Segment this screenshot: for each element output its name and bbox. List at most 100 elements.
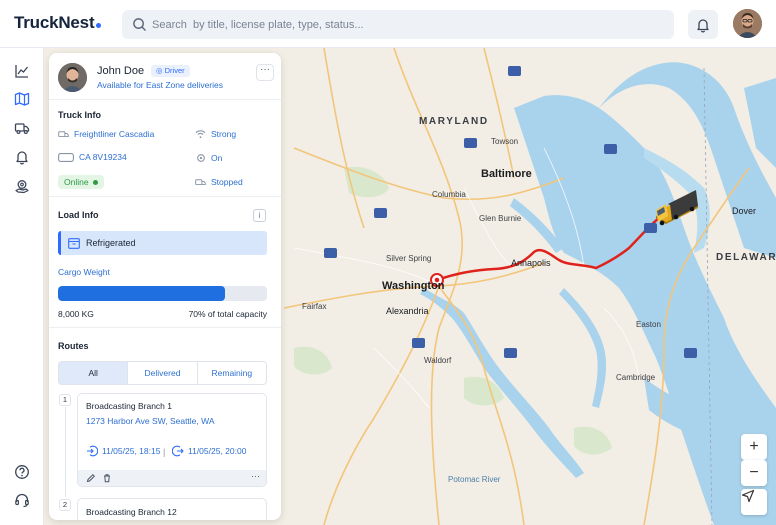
map-label-cambridge: Cambridge bbox=[616, 373, 656, 382]
cargo-weight-value: 8,000 KG bbox=[58, 309, 94, 319]
notifications-button[interactable] bbox=[688, 10, 718, 39]
truck-detail-panel: John Doe ◎ Driver Available for East Zon… bbox=[49, 53, 281, 520]
stop-arrival-time: 11/05/25, 18:15 bbox=[102, 446, 161, 456]
map-label-waldorf: Waldorf bbox=[424, 356, 452, 365]
map-label-easton: Easton bbox=[636, 320, 661, 329]
stop-name: Broadcasting Branch 12 bbox=[86, 507, 177, 517]
user-avatar-image bbox=[733, 9, 762, 38]
map-icon bbox=[14, 92, 30, 106]
tab-all[interactable]: All bbox=[59, 362, 128, 384]
map-label-potomac-river: Potomac River bbox=[448, 475, 501, 484]
left-nav-rail bbox=[0, 48, 44, 525]
tab-remaining[interactable]: Remaining bbox=[196, 362, 266, 384]
locate-button[interactable] bbox=[741, 489, 767, 515]
plus-icon: + bbox=[749, 438, 759, 455]
truck-signal: Strong bbox=[195, 129, 236, 139]
more-options-button[interactable]: ··· bbox=[256, 64, 274, 81]
map-label-silver-spring: Silver Spring bbox=[386, 254, 432, 263]
truck-plate: CA 8V19234 bbox=[58, 152, 127, 162]
driver-role-badge: ◎ Driver bbox=[151, 65, 190, 77]
help-icon bbox=[15, 465, 29, 479]
map-label-annapolis: Annapolis bbox=[511, 258, 551, 268]
cargo-capacity-text: 70% of total capacity bbox=[188, 309, 267, 319]
status-badge-text: Online bbox=[64, 177, 89, 187]
info-icon: i bbox=[258, 211, 261, 220]
ellipsis-icon: ··· bbox=[260, 64, 270, 75]
tab-delivered[interactable]: Delivered bbox=[127, 362, 196, 384]
truck-stopped-icon bbox=[195, 178, 206, 185]
zoom-in-button[interactable]: + bbox=[741, 434, 767, 460]
truck-icon bbox=[58, 130, 69, 137]
search-icon bbox=[133, 18, 146, 31]
search-bar[interactable] bbox=[122, 10, 674, 39]
map-label-alexandria: Alexandria bbox=[386, 306, 429, 316]
stop-departure-time: 11/05/25, 20:00 bbox=[188, 446, 247, 456]
engine-gear-icon bbox=[196, 154, 205, 162]
truck-icon bbox=[14, 123, 30, 135]
stop-actions-bar: ··· bbox=[78, 470, 266, 486]
route-stop-card[interactable]: Broadcasting Branch 1 1273 Harbor Ave SW… bbox=[77, 393, 267, 487]
nav-analytics[interactable] bbox=[12, 61, 32, 81]
nav-support[interactable] bbox=[12, 490, 32, 510]
driver-avatar-image bbox=[58, 63, 87, 92]
truck-model-text: Freightliner Cascadia bbox=[74, 129, 155, 139]
user-avatar[interactable] bbox=[733, 9, 762, 38]
app-logo[interactable]: TruckNest bbox=[14, 13, 102, 33]
routes-title: Routes bbox=[58, 341, 89, 351]
stop-address: 1273 Harbor Ave SW, Seattle, WA bbox=[86, 416, 215, 426]
map-label-fairfax: Fairfax bbox=[302, 302, 327, 311]
gear-hand-icon bbox=[15, 180, 29, 194]
nav-alerts[interactable] bbox=[12, 147, 32, 167]
headset-icon bbox=[15, 493, 29, 508]
trash-icon[interactable] bbox=[102, 473, 112, 483]
edit-icon[interactable] bbox=[86, 473, 96, 483]
truck-signal-text: Strong bbox=[211, 129, 237, 139]
license-plate-icon bbox=[58, 152, 74, 162]
cargo-weight-label: Cargo Weight bbox=[58, 267, 110, 277]
refrigerator-box-icon bbox=[68, 237, 80, 249]
map-label-dover: Dover bbox=[732, 206, 757, 216]
logo-dot bbox=[96, 23, 102, 28]
cargo-progress-bar bbox=[58, 286, 267, 301]
arrival-icon bbox=[87, 445, 98, 457]
truck-plate-text: CA 8V19234 bbox=[79, 152, 127, 162]
map-label-columbia: Columbia bbox=[432, 190, 466, 199]
navigation-arrow-icon bbox=[741, 489, 755, 503]
driver-name: John Doe bbox=[97, 65, 145, 77]
truck-info-title: Truck Info bbox=[58, 110, 102, 120]
nav-help[interactable] bbox=[12, 462, 32, 482]
driver-role: Driver bbox=[164, 66, 185, 75]
signal-icon bbox=[195, 129, 206, 138]
truck-ignition: On bbox=[195, 153, 222, 163]
stop-more-button[interactable]: ··· bbox=[251, 471, 260, 481]
bell-icon bbox=[16, 151, 28, 165]
cargo-progress-fill bbox=[58, 286, 226, 301]
nav-map[interactable] bbox=[12, 89, 32, 109]
timeline-line bbox=[65, 407, 66, 497]
map-label-washington: Washington bbox=[382, 280, 445, 292]
map-label-maryland: MARYLAND bbox=[419, 116, 489, 127]
map-label-delaware: DELAWARE bbox=[716, 252, 776, 263]
map-label-towson: Towson bbox=[491, 137, 519, 146]
status-dot bbox=[92, 179, 98, 185]
bell-icon bbox=[697, 18, 709, 32]
zoom-out-button[interactable]: − bbox=[741, 460, 767, 486]
minus-icon: − bbox=[749, 464, 759, 481]
departure-icon bbox=[172, 445, 184, 457]
search-input[interactable] bbox=[152, 14, 652, 35]
route-stop-card[interactable]: Broadcasting Branch 12 bbox=[77, 498, 267, 520]
nav-settings[interactable] bbox=[12, 176, 32, 196]
nav-trucks[interactable] bbox=[12, 118, 32, 138]
routes-tabs: All Delivered Remaining bbox=[58, 361, 267, 385]
load-type-bar: Refrigerated bbox=[58, 231, 267, 255]
load-type-text: Refrigerated bbox=[86, 238, 136, 248]
truck-motion: Stopped bbox=[195, 177, 243, 187]
stop-number: 2 bbox=[59, 499, 71, 511]
top-bar: TruckNest bbox=[0, 0, 776, 48]
stop-departure: 11/05/25, 20:00 bbox=[172, 445, 246, 457]
info-button[interactable]: i bbox=[253, 209, 266, 222]
status-badge: Online bbox=[58, 175, 104, 189]
truck-model: Freightliner Cascadia bbox=[58, 129, 154, 139]
divider bbox=[49, 99, 281, 100]
app-logo-text: TruckNest bbox=[14, 13, 95, 32]
